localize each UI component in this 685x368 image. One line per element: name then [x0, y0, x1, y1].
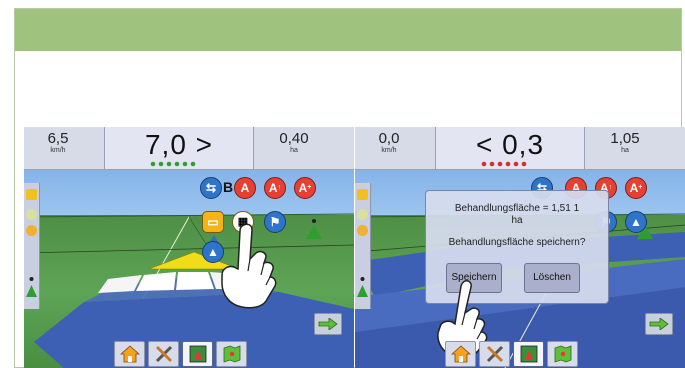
swath-icon[interactable]: ⇆ — [200, 177, 222, 199]
speed-unit: km/h — [50, 147, 66, 154]
area-label: Behandlungsfläche = 1,51 1 — [454, 203, 580, 214]
home-icon[interactable] — [445, 341, 476, 367]
home-icon[interactable] — [114, 341, 145, 367]
cross-track-value: 7,0 > — [144, 129, 214, 160]
tools-icon[interactable] — [479, 341, 510, 367]
marker-icon[interactable]: ▲ — [625, 211, 647, 233]
lightbar — [105, 161, 253, 167]
a-line-icon[interactable]: A+ — [294, 177, 316, 199]
hand-pointer-icon — [221, 223, 277, 309]
cross-track-value: < 0,3 — [475, 129, 545, 160]
right-arrow-icon[interactable] — [645, 313, 673, 335]
cross-track-display: < 0,3 — [435, 127, 585, 169]
map-icon[interactable] — [216, 341, 247, 367]
a-arrow-icon[interactable]: A↑ — [264, 177, 286, 199]
guidance-screen-left: 6,5 km/h 7,0 > 0,40 ha ⇆ B A A↑ A+ ▭ ▦ ⚑… — [24, 127, 354, 368]
area-readout: 1,05 ha — [595, 130, 655, 155]
tools-icon[interactable] — [148, 341, 179, 367]
bottom-nav — [108, 341, 258, 368]
lock-icon[interactable] — [357, 225, 368, 236]
speed-unit: km/h — [381, 147, 397, 154]
area-unit-label: ha — [511, 215, 523, 226]
target-icon[interactable] — [26, 209, 37, 220]
area-value: 0,40 — [279, 130, 309, 147]
target-icon[interactable] — [357, 209, 368, 220]
vehicle-icon — [357, 277, 368, 297]
mode-letter: B — [223, 179, 234, 195]
area-readout: 0,40 ha — [264, 130, 324, 155]
bar-icon[interactable] — [357, 189, 368, 200]
delete-button[interactable]: Löschen — [524, 263, 580, 293]
header-band — [15, 9, 681, 51]
vehicle-icon — [26, 277, 37, 297]
map-icon[interactable] — [547, 341, 578, 367]
guidance-screen-right: 0,0 km/h < 0,3 1,05 ha ⇆ A A↑ A+ ▲ Behan… — [355, 127, 685, 368]
area-unit: ha — [621, 147, 629, 154]
area-unit: ha — [290, 147, 298, 154]
side-panel — [24, 183, 40, 309]
guidance-icon[interactable] — [513, 341, 544, 367]
cross-track-display: 7,0 > — [104, 127, 254, 169]
bar-icon[interactable] — [26, 189, 37, 200]
a-line-icon[interactable]: A+ — [625, 177, 647, 199]
speed-readout: 6,5 km/h — [28, 130, 88, 155]
area-value: 1,05 — [610, 130, 640, 147]
guidance-icon[interactable] — [182, 341, 213, 367]
bottom-nav — [439, 341, 589, 368]
side-panel — [355, 183, 371, 309]
save-question: Behandlungsfläche speichern? — [448, 237, 586, 248]
lightbar — [436, 161, 584, 167]
right-arrow-icon[interactable] — [314, 313, 342, 335]
speed-value: 6,5 — [47, 130, 69, 147]
speed-readout: 0,0 km/h — [359, 130, 419, 155]
speed-value: 0,0 — [378, 130, 400, 147]
lock-icon[interactable] — [26, 225, 37, 236]
status-bar: 6,5 km/h 7,0 > 0,40 ha — [24, 127, 354, 170]
a-plus-icon[interactable]: A — [234, 177, 256, 199]
status-bar: 0,0 km/h < 0,3 1,05 ha — [355, 127, 685, 170]
